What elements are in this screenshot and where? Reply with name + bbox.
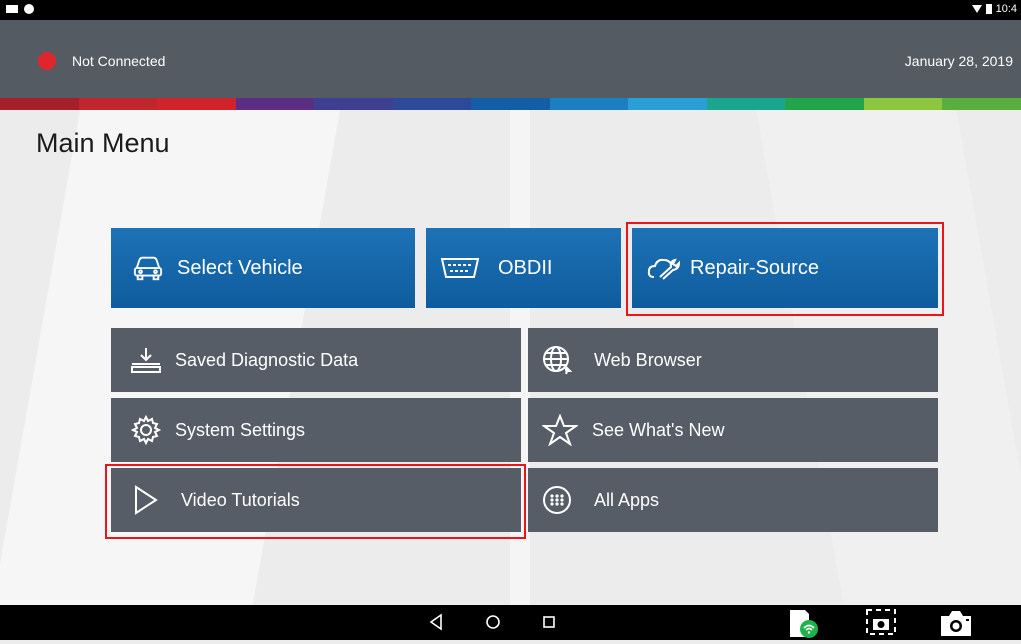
- obd-connector-icon: [440, 253, 480, 283]
- battery-icon: [985, 4, 992, 14]
- wifi-icon: [971, 5, 982, 13]
- brand-color-strip: [0, 98, 1021, 110]
- back-icon[interactable]: [428, 613, 444, 636]
- page-title: Main Menu: [36, 128, 170, 158]
- brand-color-segment: [549, 98, 629, 110]
- saved-diagnostic-data-button[interactable]: Saved Diagnostic Data: [111, 328, 521, 392]
- brand-color-segment: [471, 98, 550, 110]
- brand-color-segment: [157, 98, 236, 110]
- settings-notification-icon: [24, 4, 34, 14]
- select-vehicle-label: Select Vehicle: [177, 256, 303, 279]
- car-icon: [133, 253, 163, 283]
- all-apps-label: All Apps: [594, 489, 660, 510]
- obdii-button[interactable]: OBDII: [426, 228, 621, 308]
- system-settings-button[interactable]: System Settings: [111, 398, 521, 462]
- star-icon: [542, 414, 578, 446]
- brand-color-segment: [706, 98, 786, 110]
- apps-grid-icon: [542, 485, 572, 515]
- main-menu-content: Main Menu Select Vehicle OBDII Repair-So…: [0, 110, 1021, 605]
- system-settings-label: System Settings: [175, 419, 306, 440]
- download-tray-icon: [131, 345, 161, 375]
- clock: 10:4: [995, 3, 1017, 15]
- header-date: January 28, 2019: [904, 53, 1013, 69]
- notification-icon: [6, 5, 18, 13]
- camera-icon[interactable]: [937, 608, 975, 643]
- home-icon[interactable]: [484, 613, 502, 636]
- brand-color-segment: [314, 98, 393, 110]
- brand-color-segment: [628, 98, 707, 110]
- see-whats-new-label: See What's New: [592, 419, 725, 440]
- repair-source-highlight: [626, 222, 944, 316]
- app-header: Not Connected January 28, 2019: [0, 20, 1021, 98]
- gear-icon: [131, 415, 161, 445]
- system-status-bar: 10:4: [0, 0, 1021, 20]
- vci-connection-icon[interactable]: [787, 607, 823, 644]
- partial-screenshot-icon[interactable]: [864, 607, 898, 642]
- brand-color-segment: [863, 98, 943, 110]
- saved-diagnostic-data-label: Saved Diagnostic Data: [175, 349, 359, 370]
- recents-icon[interactable]: [540, 613, 558, 636]
- connection-status: Not Connected: [38, 52, 165, 70]
- web-browser-label: Web Browser: [594, 349, 702, 370]
- connection-status-dot-icon: [38, 52, 56, 70]
- obdii-label: OBDII: [498, 256, 553, 279]
- brand-color-segment: [78, 98, 158, 110]
- brand-color-segment: [942, 98, 1021, 110]
- globe-icon: [542, 345, 572, 375]
- brand-color-segment: [235, 98, 315, 110]
- see-whats-new-button[interactable]: See What's New: [528, 398, 938, 462]
- all-apps-button[interactable]: All Apps: [528, 468, 938, 532]
- brand-color-segment: [0, 98, 79, 110]
- system-navigation-bar: [0, 605, 1021, 640]
- select-vehicle-button[interactable]: Select Vehicle: [111, 228, 415, 308]
- web-browser-button[interactable]: Web Browser: [528, 328, 938, 392]
- brand-color-segment: [785, 98, 864, 110]
- connection-status-label: Not Connected: [72, 53, 166, 69]
- video-tutorials-highlight: [105, 464, 526, 539]
- brand-color-segment: [392, 98, 472, 110]
